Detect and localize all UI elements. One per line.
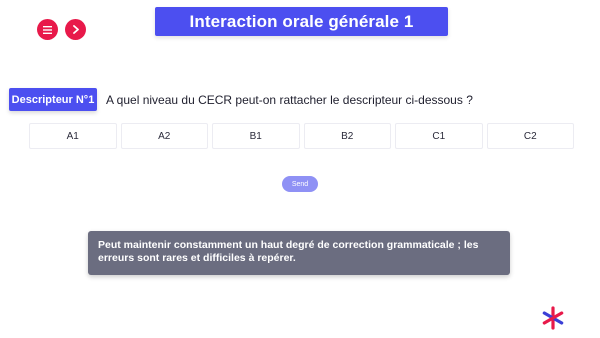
option-b1[interactable]: B1 (212, 123, 300, 149)
next-button[interactable] (65, 19, 86, 40)
descriptor-number-badge: Descripteur N°1 (9, 88, 97, 111)
asterisk-logo-icon (541, 306, 565, 330)
menu-button[interactable] (37, 19, 58, 40)
hamburger-menu-icon (43, 25, 52, 34)
send-button[interactable]: Send (282, 176, 318, 192)
option-a2[interactable]: A2 (120, 123, 208, 149)
option-c1[interactable]: C1 (395, 123, 483, 149)
option-b2[interactable]: B2 (303, 123, 391, 149)
chevron-right-icon (72, 25, 80, 34)
descriptor-text-box: Peut maintenir constamment un haut degré… (88, 231, 510, 275)
page-title: Interaction orale générale 1 (155, 7, 448, 36)
answer-options: A1 A2 B1 B2 C1 C2 (29, 123, 574, 149)
question-text: A quel niveau du CECR peut-on rattacher … (106, 93, 473, 107)
option-c2[interactable]: C2 (486, 123, 574, 149)
option-a1[interactable]: A1 (29, 123, 117, 149)
descriptor-text: Peut maintenir constamment un haut degré… (98, 239, 479, 264)
